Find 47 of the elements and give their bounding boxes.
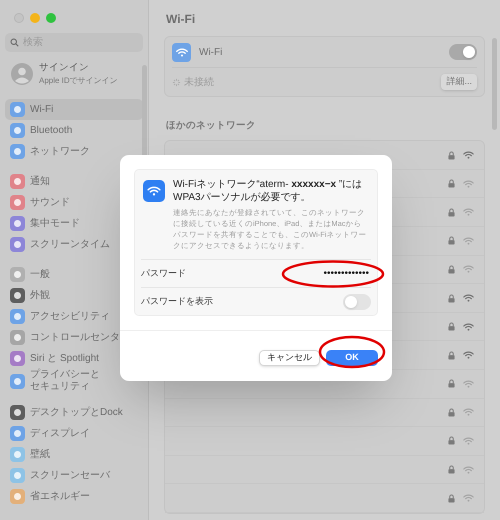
lock-icon (448, 436, 455, 446)
lock-icon (448, 350, 455, 360)
lock-icon (448, 264, 455, 274)
sidebar-item[interactable]: Siri と Spotlight (5, 348, 143, 370)
account-subtitle: Apple IDでサインイン (39, 75, 118, 88)
section-heading: ほかのネットワーク (165, 119, 257, 133)
sidebar-item[interactable]: コントロールセンタ (5, 327, 143, 348)
sidebar-item[interactable]: ネットワーク (5, 141, 143, 162)
lock-icon (448, 322, 455, 332)
lock-icon (448, 236, 455, 246)
account-name[interactable]: サインイン (39, 61, 118, 76)
dialog-title: Wi-Fiネットワーク“aterm- xxxxxx−x ”にはWPA3パーソナルが必要です。 (173, 178, 364, 204)
spinner-icon (172, 78, 181, 86)
lock-icon (448, 494, 455, 503)
sidebar-item[interactable]: 通知 (5, 171, 143, 192)
sidebar-item[interactable]: 壁紙 (5, 444, 143, 466)
sidebar-item[interactable]: サウンド (5, 192, 143, 214)
lock-icon (448, 379, 455, 388)
wifi-icon (172, 42, 191, 62)
sidebar-item[interactable]: プライバシーとセキュリティ (5, 369, 143, 394)
sidebar-item[interactable]: 省エネルギー (5, 486, 143, 508)
lock-icon (448, 294, 455, 303)
sidebar-item[interactable]: スクリーンセーバ (5, 465, 143, 486)
sidebar-item[interactable]: 集中モード (5, 213, 143, 234)
sidebar-item[interactable]: Wi-Fi (5, 99, 143, 120)
sidebar-item[interactable]: デスクトップとDock (5, 402, 143, 424)
lock-icon (448, 408, 455, 417)
toggle-switch[interactable] (449, 44, 477, 60)
ok-button[interactable]: OK (326, 350, 378, 366)
toggle-switch[interactable] (343, 294, 371, 310)
page-title: Wi-Fi (165, 11, 196, 28)
details-button[interactable]: 詳細... (441, 74, 477, 90)
lock-icon (448, 465, 455, 474)
search-icon (10, 38, 19, 47)
wifi-icon (143, 180, 165, 202)
cancel-button[interactable]: キャンセル (259, 350, 320, 366)
sidebar-item[interactable]: Bluetooth (5, 120, 143, 142)
wifi-label: Wi-Fi (199, 46, 224, 60)
password-label: パスワード (141, 266, 187, 280)
lock-icon (448, 150, 455, 160)
lock-icon (448, 208, 455, 217)
sidebar-item[interactable]: アクセシビリティ (5, 306, 143, 328)
sidebar-item[interactable]: スクリーンタイム (5, 234, 143, 256)
show-password-label: パスワードを表示 (141, 294, 214, 308)
lock-icon (448, 179, 455, 188)
avatar-icon (11, 63, 33, 86)
sidebar-item[interactable]: ディスプレイ (5, 423, 143, 444)
